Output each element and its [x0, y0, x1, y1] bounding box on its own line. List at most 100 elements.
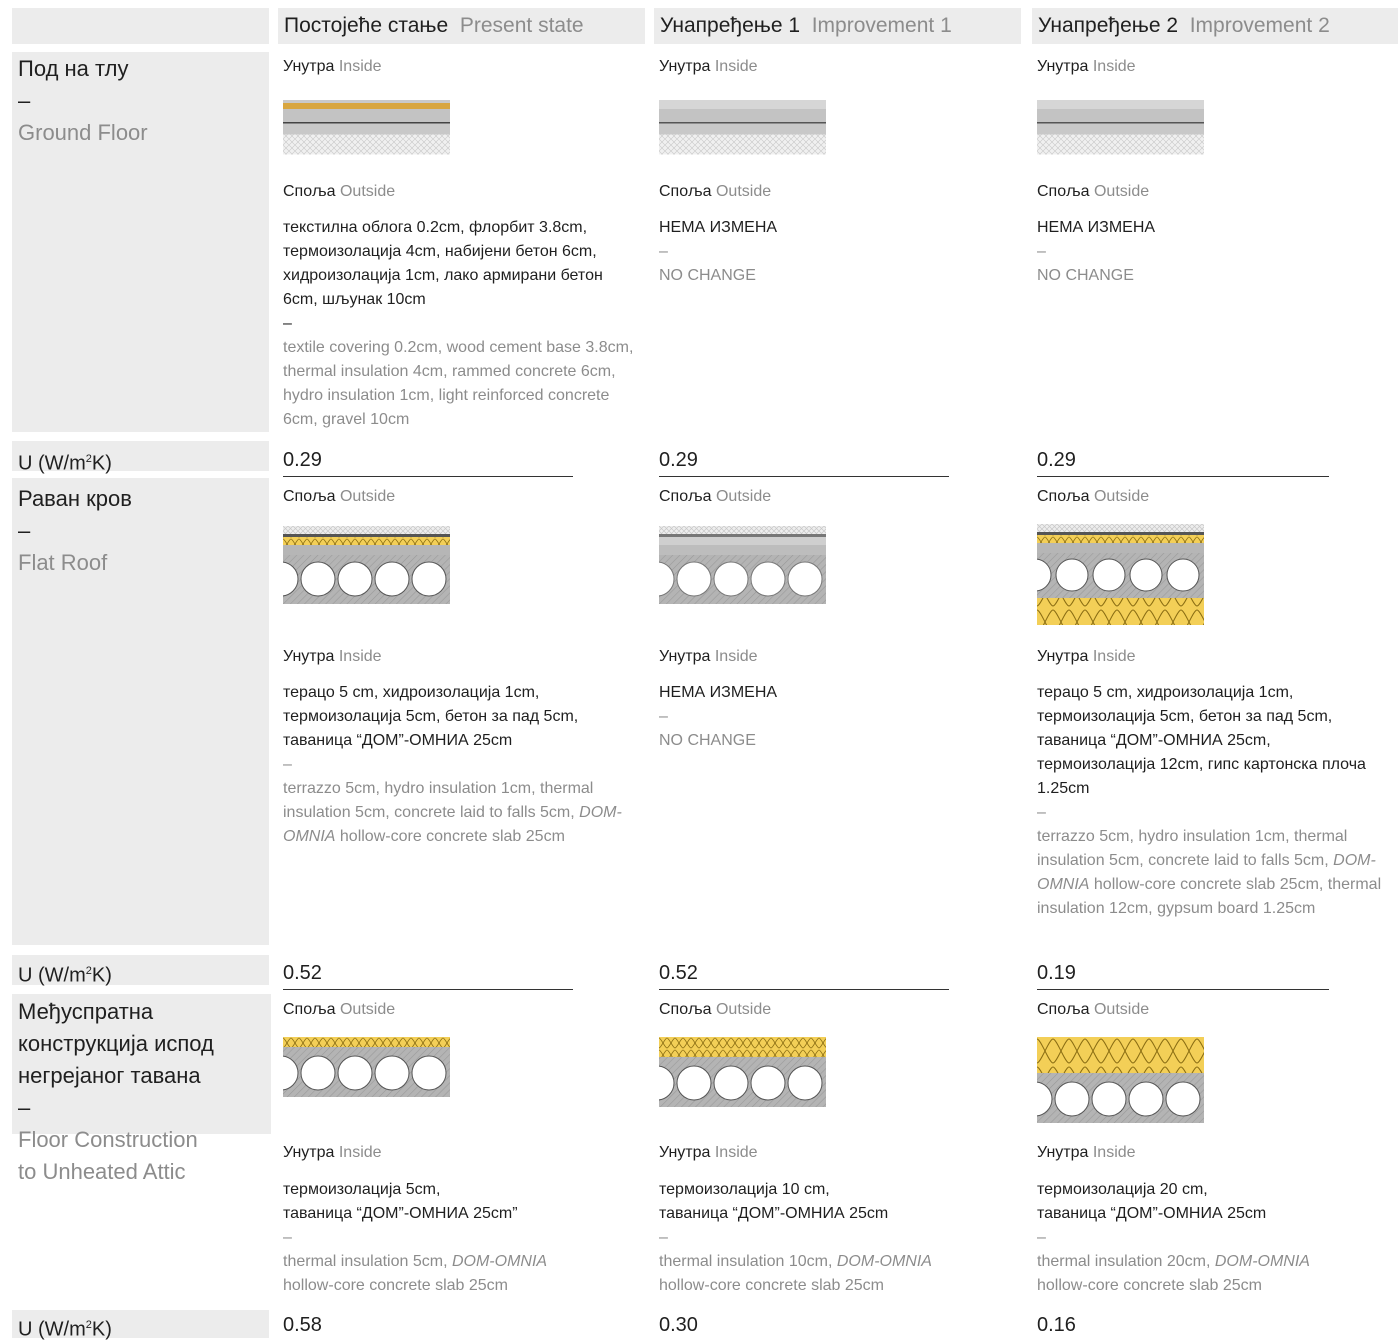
side-label-outside: Споља Outside: [1037, 487, 1149, 507]
row-label-dash: –: [18, 1095, 31, 1120]
desc-en-post: hollow-core concrete slab 25cm: [659, 1277, 884, 1294]
desc-sr-1: термоизолација 10 cm,: [659, 1181, 830, 1198]
desc-sr: НЕМА ИЗМЕНА: [1037, 219, 1156, 236]
side-label-outside: Споља Outside: [659, 1000, 771, 1020]
desc-dash: –: [659, 1229, 668, 1246]
u-value: 0.29: [659, 447, 949, 477]
column-header-improvement-1-sr: Унапређење 1: [660, 14, 801, 37]
u-value: 0.19: [1037, 960, 1329, 990]
column-header-present: Постојеће стање Present state: [278, 8, 645, 44]
desc-dash: –: [1037, 1229, 1046, 1246]
outside-sr: Споља: [1037, 488, 1090, 505]
inside-sr: Унутра: [283, 648, 335, 665]
side-label-inside: Унутра Inside: [659, 647, 758, 667]
side-label-outside: Споља Outside: [659, 182, 771, 202]
attic-desc-improvement-2: термоизолација 20 cm, таваница “ДОМ”-ОМН…: [1037, 1178, 1389, 1298]
desc-en: thermal insulation 10cm, DOM-OMNIA: [659, 1250, 1011, 1274]
desc-sr: терацо 5 cm, хидроизолација 1cm, термоиз…: [283, 684, 579, 749]
desc-en: terrazzo 5cm, hydro insulation 1cm, ther…: [1037, 825, 1393, 921]
inside-sr: Унутра: [283, 58, 335, 75]
side-label-inside: Унутра Inside: [1037, 647, 1136, 667]
inside-en: Inside: [714, 1144, 758, 1161]
desc-en-post: hollow-core concrete slab 25cm: [1037, 1277, 1262, 1294]
u-label-suffix: K): [91, 452, 112, 475]
desc-en: thermal insulation 5cm, DOM-OMNIA: [283, 1250, 635, 1274]
side-label-inside: Унутра Inside: [283, 647, 382, 667]
u-value: 0.52: [283, 960, 573, 990]
u-value: 0.29: [283, 447, 573, 477]
attic-desc-improvement-1: термоизолација 10 cm, таваница “ДОМ”-ОМН…: [659, 1178, 1011, 1298]
row-label-dash: –: [18, 88, 31, 113]
u-label-prefix: U (W/m: [18, 452, 86, 475]
desc-en: NO CHANGE: [659, 732, 756, 749]
u-label-suffix: K): [91, 964, 112, 987]
row-label-attic-sr-1: Међуспратна: [18, 999, 154, 1024]
desc-dash: –: [1037, 804, 1046, 821]
desc-sr: НЕМА ИЗМЕНА: [659, 684, 778, 701]
row-label-attic-en-1: Floor Construction: [18, 1127, 198, 1152]
side-label-inside: Унутра Inside: [283, 1143, 382, 1163]
desc-sr: терацо 5 cm, хидроизолација 1cm, термоиз…: [1037, 684, 1366, 797]
outside-sr: Споља: [1037, 1001, 1090, 1018]
flat-roof-desc-improvement-1: НЕМА ИЗМЕНА – NO CHANGE: [659, 681, 1011, 753]
flat-roof-section-improvement-2: [1037, 524, 1204, 625]
desc-en: thermal insulation 20cm, DOM-OMNIA: [1037, 1250, 1389, 1274]
inside-en: Inside: [338, 648, 382, 665]
side-label-outside: Споља Outside: [659, 487, 771, 507]
outside-en: Outside: [339, 1001, 396, 1018]
desc-dash: –: [283, 756, 292, 773]
side-label-inside: Унутра Inside: [1037, 57, 1136, 77]
outside-sr: Споља: [659, 1001, 712, 1018]
attic-section-improvement-1: [659, 1037, 826, 1107]
outside-sr: Споља: [283, 488, 336, 505]
desc-sr: текстилна облога 0.2cm, флорбит 3.8cm, т…: [283, 219, 603, 308]
side-label-outside: Споља Outside: [283, 1000, 395, 1020]
inside-en: Inside: [1092, 648, 1136, 665]
desc-sr-2: таваница “ДОМ”-ОМНИА 25cm”: [283, 1205, 518, 1222]
desc-dash: –: [283, 315, 292, 332]
desc-en-pre: thermal insulation 5cm,: [283, 1253, 452, 1270]
side-label-inside: Унутра Inside: [659, 57, 758, 77]
u-value: 0.52: [659, 960, 949, 990]
desc-sr-2: таваница “ДОМ”-ОМНИА 25cm: [1037, 1205, 1267, 1222]
side-label-inside: Унутра Inside: [1037, 1143, 1136, 1163]
inside-en: Inside: [714, 58, 758, 75]
desc-sr: НЕМА ИЗМЕНА: [659, 219, 778, 236]
inside-sr: Унутра: [659, 1144, 711, 1161]
flat-roof-section-present: [283, 526, 450, 604]
inside-en: Inside: [1092, 1144, 1136, 1161]
column-header-improvement-1-en: Improvement 1: [811, 14, 952, 37]
side-label-outside: Споља Outside: [283, 487, 395, 507]
outside-en: Outside: [715, 488, 772, 505]
side-label-inside: Унутра Inside: [659, 1143, 758, 1163]
outside-sr: Споља: [659, 183, 712, 200]
column-header-improvement-2-en: Improvement 2: [1189, 14, 1330, 37]
row-label-ground-floor-en: Ground Floor: [18, 120, 148, 145]
flat-roof-section-improvement-1: [659, 526, 826, 604]
outside-en: Outside: [339, 183, 396, 200]
inside-sr: Унутра: [1037, 1144, 1089, 1161]
inside-sr: Унутра: [659, 648, 711, 665]
u-value: 0.29: [1037, 447, 1329, 477]
desc-en-italic: DOM-OMNIA: [1214, 1253, 1310, 1270]
row-label-flat-roof: Раван кров – Flat Roof: [18, 483, 132, 579]
u-label-2: U (W/m2K): [18, 959, 112, 988]
outside-sr: Споља: [1037, 183, 1090, 200]
ground-floor-desc-improvement-2: НЕМА ИЗМЕНА – NO CHANGE: [1037, 216, 1389, 288]
column-header-improvement-2: Унапређење 2 Improvement 2: [1032, 8, 1398, 44]
desc-en-post: hollow-core concrete slab 25cm, thermal …: [1037, 876, 1382, 917]
desc-sr-2: таваница “ДОМ”-ОМНИА 25cm: [659, 1205, 889, 1222]
outside-en: Outside: [715, 1001, 772, 1018]
desc-en: NO CHANGE: [1037, 267, 1134, 284]
ground-floor-section-improvement-1: [659, 100, 826, 155]
u-label-suffix: K): [91, 1318, 112, 1341]
desc-en-pre: terrazzo 5cm, hydro insulation 1cm, ther…: [1037, 828, 1348, 869]
desc-sr-1: термоизолација 5cm,: [283, 1181, 441, 1198]
desc-dash: –: [1037, 243, 1046, 260]
header-left-band: [12, 8, 269, 44]
desc-dash: –: [283, 1229, 292, 1246]
desc-en-pre: thermal insulation 10cm,: [659, 1253, 837, 1270]
ground-floor-section-present: [283, 100, 450, 155]
row-label-attic: Међуспратна конструкција испод негрејано…: [18, 996, 214, 1188]
outside-en: Outside: [1093, 488, 1150, 505]
